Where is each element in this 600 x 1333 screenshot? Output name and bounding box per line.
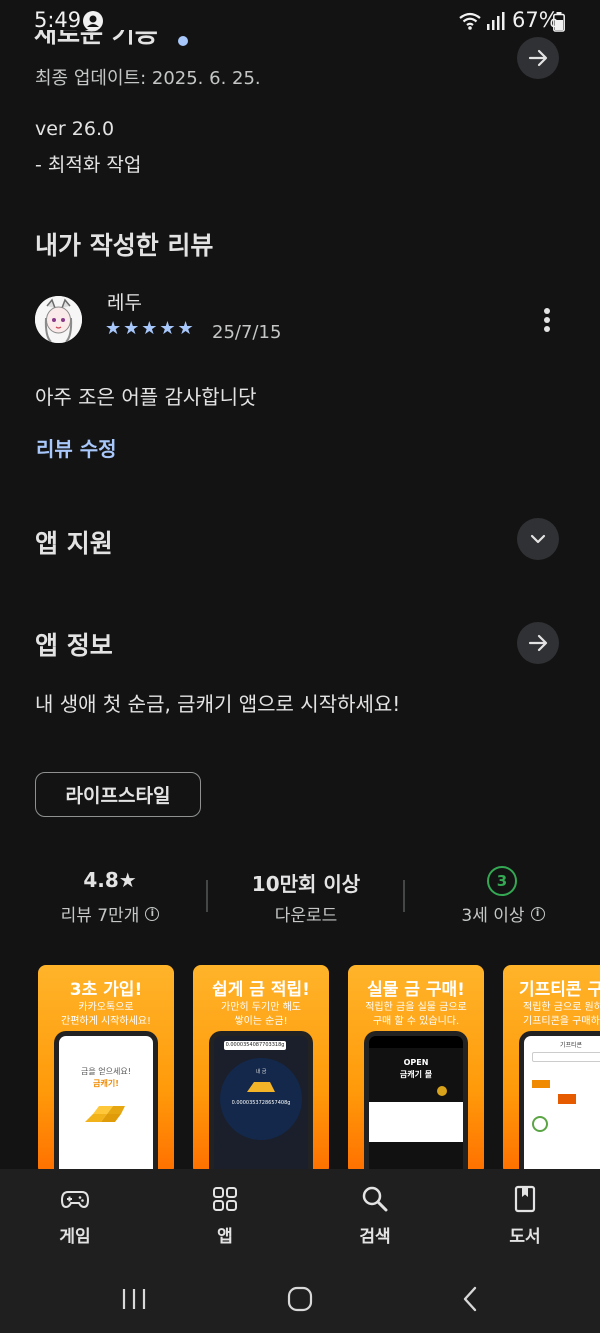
search-box [532, 1052, 600, 1062]
nav-item-search[interactable]: 검색 [325, 1184, 425, 1247]
screenshot-card[interactable]: 실물 금 구매! 적립한 금을 실물 금으로 구매 할 수 있습니다. OPEN… [348, 965, 484, 1175]
review-count[interactable]: 리뷰 7만개 i [40, 901, 180, 926]
app-info-title: 앱 정보 [35, 631, 113, 660]
arrow-right-icon [528, 634, 548, 652]
app-header [369, 1036, 463, 1048]
age-rating-badge: 3 [487, 866, 517, 896]
app-description: 내 생애 첫 순금, 금캐기 앱으로 시작하세요! [35, 692, 401, 716]
avatar[interactable] [35, 296, 82, 343]
version-text: ver 26.0 [35, 118, 115, 140]
nav-label: 앱 [217, 1227, 233, 1247]
whats-new-arrow-button[interactable] [517, 37, 559, 79]
phone-screen: 기프티콘 [524, 1036, 600, 1175]
last-updated-date: 최종 업데이트: 2025. 6. 25. [35, 68, 261, 89]
phone-mockup: 0.0000354087703318g 내 금 0.00003537286574… [209, 1031, 313, 1175]
screen-text: OPEN [403, 1058, 429, 1067]
review-date: 25/7/15 [212, 322, 282, 343]
tab-chip [532, 1080, 550, 1088]
review-count-label: 리뷰 7만개 [60, 906, 140, 926]
reviewer-name: 레두 [107, 292, 142, 314]
info-icon: i [530, 906, 545, 921]
screenshot-subtitle: 적립한 금으로 원하 기프티콘을 구매하세 [523, 1002, 600, 1027]
screenshot-title: 실물 금 구매! [367, 980, 465, 1000]
recent-apps-icon[interactable] [121, 1287, 147, 1311]
rating-value: 4.8★ [83, 868, 137, 892]
signal-icon [487, 12, 505, 30]
screen-text: 기프티콘 [560, 1042, 583, 1049]
screenshot-subtitle: 카카오톡으로 간편하게 시작하세요! [61, 1002, 151, 1027]
arrow-right-icon [528, 49, 548, 67]
battery-percent: 67% [512, 8, 559, 32]
brand-logo [558, 1094, 576, 1104]
product-list [369, 1102, 463, 1142]
battery-icon [553, 12, 565, 32]
screen-text: 금캐기! [93, 1079, 119, 1088]
my-review-title: 내가 작성한 리뷰 [35, 231, 214, 260]
phone-screen: OPEN 금캐기 몰 [369, 1036, 463, 1175]
gamepad-icon [60, 1191, 90, 1209]
search-icon [362, 1186, 388, 1212]
nav-label: 게임 [59, 1227, 91, 1247]
screenshot-subtitle: 가만히 두기만 해도 쌓이는 순금! [221, 1002, 301, 1027]
edit-review-link[interactable]: 리뷰 수정 [36, 433, 117, 462]
status-time: 5:49 [34, 8, 82, 32]
more-vert-icon [544, 326, 550, 332]
nav-item-books[interactable]: 도서 [475, 1184, 575, 1247]
review-text: 아주 조은 어플 감사합니닷 [35, 385, 257, 409]
change-note: - 최적화 작업 [35, 154, 142, 176]
screen-text: 내 금 [255, 1069, 267, 1075]
home-icon[interactable] [287, 1286, 313, 1312]
divider [403, 880, 405, 912]
screen-text: 금을 얻으세요! [81, 1067, 131, 1076]
screenshot-card[interactable]: 기프티콘 구 적립한 금으로 원하 기프티콘을 구매하세 기프티콘 [503, 965, 600, 1175]
star-rating: ★★★★★ [105, 318, 196, 339]
screenshot-card[interactable]: 쉽게 금 적립! 가만히 두기만 해도 쌓이는 순금! 0.0000354087… [193, 965, 329, 1175]
gold-balloon [437, 1086, 447, 1096]
phone-mockup: OPEN 금캐기 몰 [364, 1031, 468, 1175]
new-indicator-dot [178, 36, 188, 46]
gold-counter: 0.0000354087703318g [224, 1041, 286, 1050]
phone-screen: 금을 얻으세요! 금캐기! [59, 1036, 153, 1175]
nav-item-games[interactable]: 게임 [25, 1184, 125, 1247]
avatar-image [35, 296, 82, 343]
nav-label: 검색 [359, 1227, 391, 1247]
apps-grid-icon [213, 1187, 237, 1211]
phone-mockup: 기프티콘 [519, 1031, 600, 1175]
info-icon: i [145, 906, 160, 921]
chevron-down-icon [530, 534, 546, 544]
book-icon [514, 1185, 536, 1213]
divider [206, 880, 208, 912]
screen-text: 금캐기 몰 [399, 1070, 433, 1079]
downloads-label: 다운로드 [274, 906, 338, 926]
screenshot-subtitle: 적립한 금을 실물 금으로 구매 할 수 있습니다. [365, 1002, 467, 1027]
back-icon[interactable] [460, 1286, 480, 1312]
age-rating[interactable]: 3세 이상 i [433, 901, 573, 926]
whats-new-title: 새로운 기능 [34, 30, 158, 48]
app-support-expand-button[interactable] [517, 518, 559, 560]
screen-text: 0.0000353728657408g [231, 1100, 291, 1106]
more-vert-icon [544, 317, 550, 323]
category-chip[interactable]: 라이프스타일 [35, 772, 201, 817]
age-rating-label: 3세 이상 [461, 906, 525, 926]
app-support-title: 앱 지원 [35, 529, 113, 558]
nav-label: 도서 [509, 1227, 541, 1247]
review-more-menu-button[interactable] [536, 305, 558, 335]
more-vert-icon [544, 308, 550, 314]
brand-logo [532, 1116, 548, 1132]
gold-bar-icon [247, 1082, 275, 1092]
account-circle-icon [83, 11, 103, 31]
screenshot-card[interactable]: 3초 가입! 카카오톡으로 간편하게 시작하세요! 금을 얻으세요! 금캐기! [38, 965, 174, 1175]
wifi-icon [459, 12, 481, 30]
app-info-arrow-button[interactable] [517, 622, 559, 664]
system-navigation-bar [0, 1265, 600, 1333]
gold-bars-image [85, 1106, 125, 1122]
screenshot-title: 기프티콘 구 [519, 980, 600, 1000]
phone-screen: 0.0000354087703318g 내 금 0.00003537286574… [214, 1036, 308, 1175]
screenshot-title: 3초 가입! [69, 980, 143, 1000]
screenshot-title: 쉽게 금 적립! [212, 980, 310, 1000]
downloads-value: 10만회 이상 [251, 872, 361, 896]
nav-item-apps[interactable]: 앱 [175, 1184, 275, 1247]
phone-mockup: 금을 얻으세요! 금캐기! [54, 1031, 158, 1175]
